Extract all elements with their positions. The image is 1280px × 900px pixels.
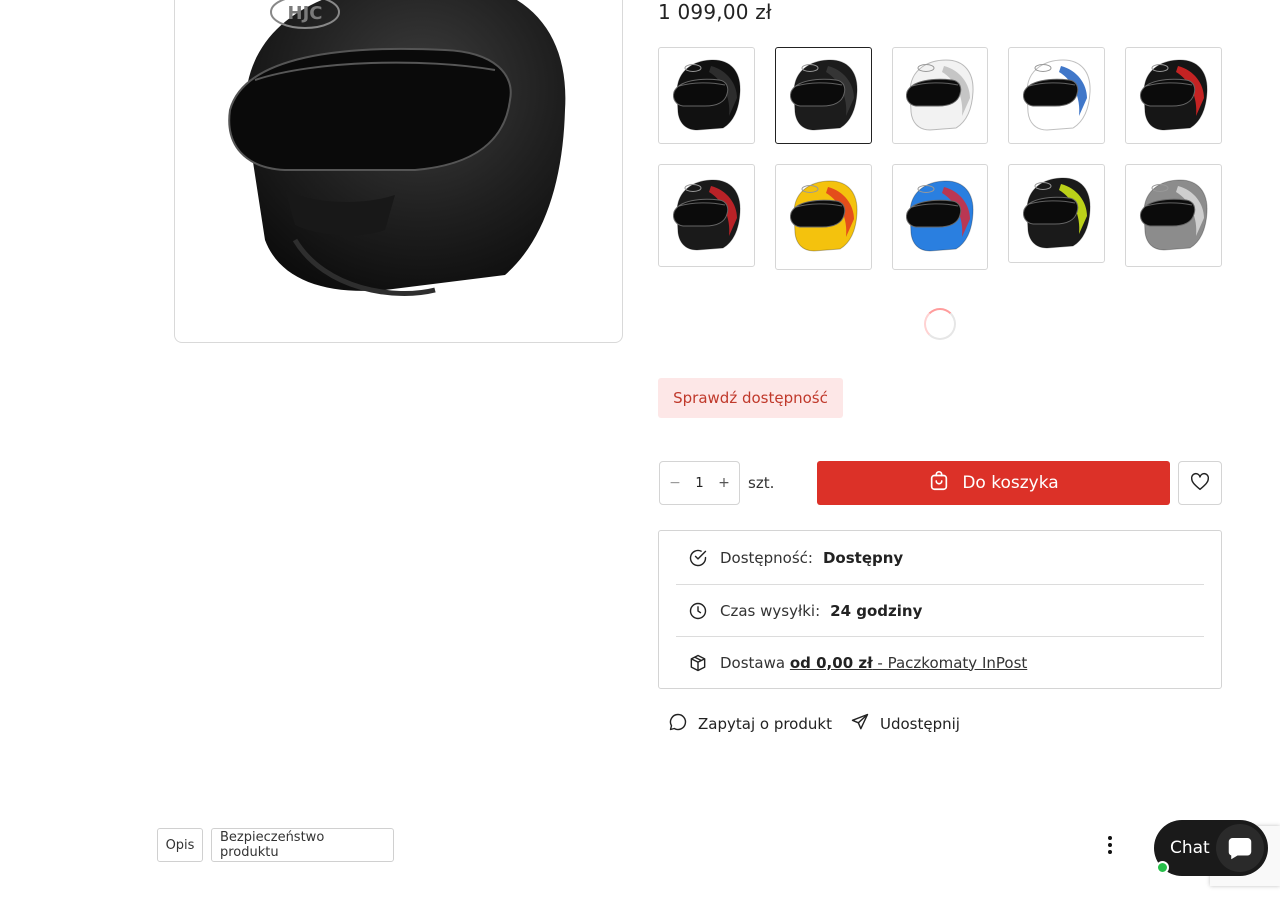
helmet-variant-black-red-graphic: [672, 178, 741, 251]
availability-row: Dostępność: Dostępny: [676, 532, 1204, 584]
product-info-box: Dostępność: Dostępny Czas wysyłki: 24 go…: [658, 530, 1222, 689]
clock-icon: [686, 601, 710, 621]
availability-label: Dostępność:: [720, 549, 813, 567]
more-options-icon[interactable]: [1100, 832, 1120, 858]
wishlist-button[interactable]: [1178, 461, 1222, 505]
variant-thumbnail[interactable]: [1008, 164, 1105, 263]
helmet-variant-white: [906, 58, 974, 131]
share-label: Udostępnij: [880, 715, 960, 733]
variant-thumbnail[interactable]: [892, 164, 988, 270]
heart-icon: [1189, 471, 1211, 496]
delivery-price: od 0,00 zł: [789, 653, 873, 672]
variant-thumbnail[interactable]: [1008, 47, 1105, 144]
helmet-variant-yellow-red: [789, 180, 858, 252]
add-to-cart-button[interactable]: Do koszyka: [817, 461, 1170, 505]
variant-thumbnail[interactable]: [1125, 47, 1222, 144]
delivery-options-link[interactable]: od 0,00 zł - Paczkomaty InPost: [790, 654, 1027, 672]
share-link[interactable]: Udostępnij: [850, 712, 960, 736]
delivery-method: - Paczkomaty InPost: [872, 653, 1028, 672]
chat-bubble-icon: [1216, 824, 1264, 872]
loading-spinner: [924, 308, 956, 340]
package-icon: [686, 653, 710, 673]
qty-value[interactable]: 1: [695, 476, 703, 491]
send-icon: [850, 712, 870, 736]
helmet-variant-black-glossy: [672, 58, 741, 131]
check-circle-icon: [686, 548, 710, 568]
shipping-time-label: Czas wysyłki:: [720, 601, 821, 620]
bag-icon: [928, 470, 950, 497]
variant-thumbnail[interactable]: [1125, 164, 1222, 267]
speech-bubble-icon: [668, 712, 688, 736]
ask-about-product-link[interactable]: Zapytaj o produkt: [668, 712, 832, 736]
variant-thumbnail[interactable]: [658, 164, 755, 267]
helmet-variant-white-blue-red: [1022, 58, 1091, 131]
tab-description[interactable]: Opis: [157, 828, 203, 862]
online-status-dot: [1156, 861, 1169, 874]
chat-label: Chat: [1170, 838, 1210, 858]
quantity-stepper[interactable]: − 1 +: [659, 461, 740, 505]
helmet-variant-black-fluo-yellow: [1022, 176, 1091, 249]
ask-about-product-label: Zapytaj o produkt: [698, 715, 832, 733]
helmet-variant-grey-silver: [1139, 178, 1208, 251]
brand-logo-text: HJC: [288, 3, 323, 24]
product-price: 1 099,00 zł: [658, 0, 772, 24]
qty-decrease-button[interactable]: −: [668, 475, 682, 491]
helmet-variant-black-red: [1139, 58, 1208, 131]
check-availability-button[interactable]: Sprawdź dostępność: [658, 378, 843, 418]
variant-thumbnail[interactable]: [892, 47, 988, 144]
variant-thumbnail[interactable]: [775, 47, 872, 144]
product-page: HJC 1 099,00 zł Sprawdź dostępność − 1 +…: [0, 0, 1280, 900]
add-to-cart-label: Do koszyka: [962, 473, 1059, 493]
helmet-variant-blue-red-white: [906, 180, 974, 252]
variant-thumbnail[interactable]: [775, 164, 872, 270]
helmet-variant-black-matte: [789, 58, 858, 131]
tab-product-safety[interactable]: Bezpieczeństwo produktu: [211, 828, 394, 862]
shipping-time-value: 24 godziny: [830, 601, 923, 620]
qty-unit-label: szt.: [748, 474, 775, 492]
delivery-label: Dostawa: [720, 653, 786, 672]
variant-thumbnail[interactable]: [658, 47, 755, 144]
delivery-info: Dostawa od 0,00 zł - Paczkomaty InPost: [720, 654, 1027, 672]
delivery-row: Dostawa od 0,00 zł - Paczkomaty InPost: [676, 636, 1204, 688]
availability-value: Dostępny: [822, 549, 904, 567]
qty-increase-button[interactable]: +: [717, 475, 731, 491]
chat-button[interactable]: Chat: [1154, 820, 1268, 876]
shipping-time-row: Czas wysyłki: 24 godziny: [676, 584, 1204, 636]
helmet-main-image: HJC: [228, 0, 566, 296]
product-main-image[interactable]: HJC: [174, 0, 623, 343]
